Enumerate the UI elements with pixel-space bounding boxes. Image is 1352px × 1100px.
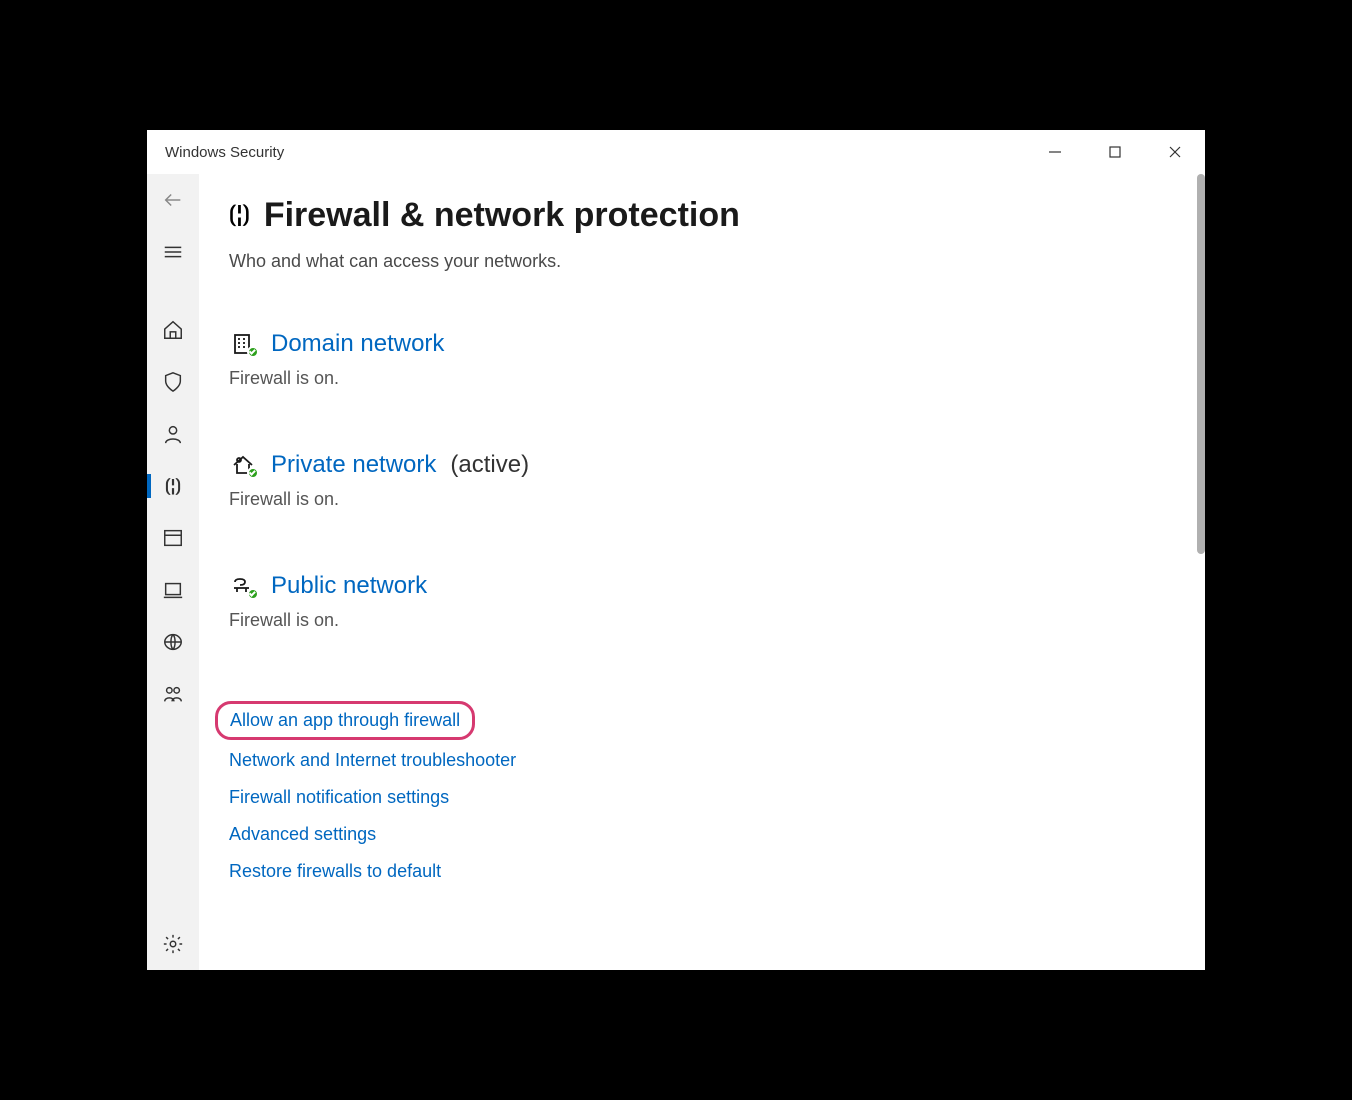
bench-icon <box>229 574 257 598</box>
body: ⟮¦⟯ ⟮¦⟯ Firewall & network protectio <box>147 174 1205 970</box>
nav-device-security[interactable] <box>147 564 199 616</box>
domain-network-status: Firewall is on. <box>229 368 1175 389</box>
content-area: ⟮¦⟯ Firewall & network protection Who an… <box>199 174 1205 970</box>
nav-home[interactable] <box>147 304 199 356</box>
nav-virus-protection[interactable] <box>147 356 199 408</box>
private-network-status: Firewall is on. <box>229 489 1175 510</box>
private-network-link[interactable]: Private network <box>271 451 436 479</box>
nav-device-performance[interactable] <box>147 616 199 668</box>
sidebar: ⟮¦⟯ <box>147 174 199 970</box>
troubleshooter-link[interactable]: Network and Internet troubleshooter <box>229 750 516 771</box>
allow-app-link[interactable]: Allow an app through firewall <box>230 710 460 731</box>
building-icon <box>229 332 257 356</box>
maximize-button[interactable] <box>1085 130 1145 174</box>
domain-network-section: Domain network Firewall is on. <box>229 330 1175 389</box>
titlebar: Windows Security <box>147 130 1205 174</box>
public-network-link[interactable]: Public network <box>271 572 427 600</box>
public-network-status: Firewall is on. <box>229 610 1175 631</box>
house-icon <box>229 453 257 477</box>
broadcast-icon: ⟮¦⟯ <box>165 476 181 496</box>
page-header: ⟮¦⟯ Firewall & network protection <box>229 196 1175 235</box>
back-button[interactable] <box>147 174 199 226</box>
advanced-settings-link[interactable]: Advanced settings <box>229 824 376 845</box>
public-network-section: Public network Firewall is on. <box>229 572 1175 631</box>
broadcast-icon: ⟮¦⟯ <box>229 203 250 229</box>
window-title: Windows Security <box>165 144 284 161</box>
status-ok-icon <box>247 346 259 358</box>
nav-settings[interactable] <box>147 918 199 970</box>
page-subtitle: Who and what can access your networks. <box>229 251 1175 272</box>
close-button[interactable] <box>1145 130 1205 174</box>
active-tag: (active) <box>450 451 529 479</box>
minimize-button[interactable] <box>1025 130 1085 174</box>
nav-account-protection[interactable] <box>147 408 199 460</box>
status-ok-icon <box>247 588 259 600</box>
nav-app-browser-control[interactable] <box>147 512 199 564</box>
page-title: Firewall & network protection <box>264 196 740 235</box>
window-controls <box>1025 130 1205 174</box>
private-network-section: Private network (active) Firewall is on. <box>229 451 1175 510</box>
app-window: Windows Security <box>147 130 1205 970</box>
nav-family-options[interactable] <box>147 668 199 720</box>
menu-button[interactable] <box>147 226 199 278</box>
highlight-annotation: Allow an app through firewall <box>215 701 475 740</box>
settings-links: Allow an app through firewall Network an… <box>229 701 1175 898</box>
domain-network-link[interactable]: Domain network <box>271 330 444 358</box>
status-ok-icon <box>247 467 259 479</box>
notification-settings-link[interactable]: Firewall notification settings <box>229 787 449 808</box>
nav-firewall[interactable]: ⟮¦⟯ <box>147 460 199 512</box>
restore-defaults-link[interactable]: Restore firewalls to default <box>229 861 441 882</box>
scrollbar[interactable] <box>1197 174 1205 554</box>
